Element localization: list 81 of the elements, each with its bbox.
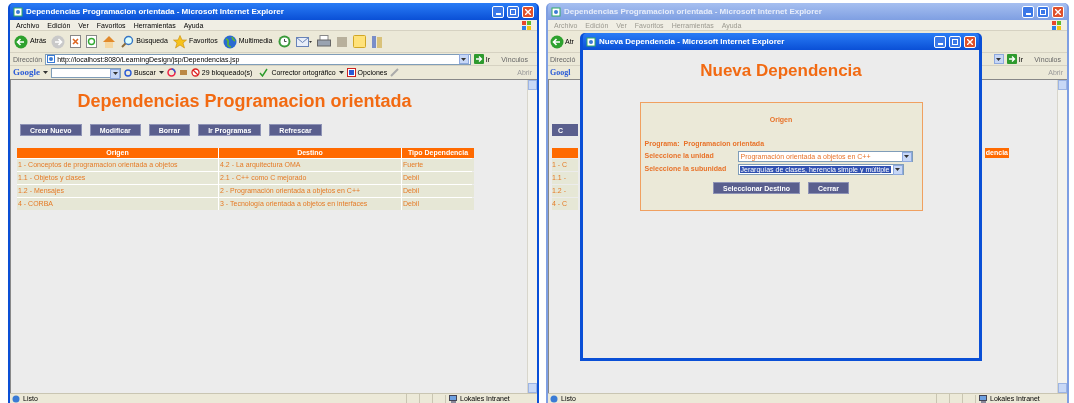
close-icon (967, 38, 973, 45)
column-header (552, 148, 578, 158)
computer-icon (449, 394, 458, 403)
close-button[interactable] (522, 5, 534, 18)
swirl-icon (166, 68, 176, 77)
clock-icon (277, 35, 291, 48)
minimize-button[interactable] (934, 35, 946, 48)
dropdown-button[interactable] (458, 54, 469, 64)
minimize-button[interactable] (1022, 5, 1034, 18)
minimize-button[interactable] (492, 5, 504, 18)
caret-icon (43, 71, 48, 74)
toolbar-button[interactable] (316, 35, 331, 48)
page-icon (12, 394, 20, 403)
page-icon (47, 55, 56, 63)
page-icon (13, 6, 23, 17)
caret-icon (338, 71, 344, 74)
google-logo: Google (13, 65, 40, 79)
window-title: Nueva Dependencia - Microsoft Internet Explorer (599, 35, 786, 48)
arrow-icon (473, 54, 484, 64)
caret-icon (904, 155, 909, 158)
computer-icon (979, 394, 988, 403)
caret-icon (461, 57, 467, 61)
toolbar-button[interactable] (370, 34, 384, 49)
windows-flag-icon (522, 20, 531, 30)
star-icon (172, 34, 187, 49)
close-button[interactable] (1052, 5, 1064, 18)
dialog-heading: Nueva Dependencia (700, 62, 862, 79)
scrollbar[interactable] (527, 80, 537, 393)
stop-icon (70, 35, 82, 48)
blocked-icon (190, 68, 200, 77)
page-icon (550, 394, 558, 403)
toolbar-button[interactable] (70, 35, 82, 48)
options-icon (346, 68, 356, 77)
maximize-icon (952, 38, 958, 45)
minimize-icon (495, 12, 501, 15)
back-arrow-icon (14, 34, 28, 49)
page-icon (586, 36, 596, 47)
maximize-button[interactable] (507, 5, 519, 18)
toolbar-button[interactable] (86, 35, 98, 48)
minimize-icon (1025, 12, 1031, 15)
caret-icon (895, 168, 900, 171)
caret-icon (996, 57, 1002, 61)
dropdown-button[interactable] (901, 151, 912, 162)
google-logo: Googl (550, 66, 571, 79)
maximize-icon (1040, 8, 1046, 15)
square-icon (335, 35, 348, 48)
refresh-icon (86, 35, 98, 48)
page-heading: Dependencias Programacion orientada (77, 92, 412, 110)
toolbar-button[interactable] (277, 35, 291, 48)
arrow-icon (1006, 54, 1017, 64)
dropdown-button[interactable] (892, 164, 903, 175)
back-arrow-icon (550, 34, 564, 49)
forward-arrow-icon (51, 34, 66, 49)
windows-flag-icon (1052, 20, 1061, 30)
window-title: Dependencias Programacion orientada - Microsoft Internet Explorer (26, 5, 285, 18)
tool-icon (178, 68, 188, 77)
google-search-field[interactable] (51, 67, 121, 78)
caret-icon (158, 71, 164, 74)
check-icon (259, 68, 269, 77)
dropdown-button[interactable] (993, 54, 1004, 64)
dropdown-button[interactable] (110, 68, 120, 79)
window-title: Dependencias Programacion orientada - Microsoft Internet Explorer (564, 5, 823, 18)
note-icon (352, 35, 366, 48)
globe-icon (222, 34, 237, 49)
page-icon (551, 6, 561, 17)
printer-icon (316, 35, 331, 48)
maximize-icon (510, 8, 516, 15)
caret-icon (112, 72, 118, 75)
house-icon (102, 35, 117, 48)
scrollbar[interactable] (1057, 80, 1067, 393)
search-icon (121, 35, 135, 48)
envelope-icon (295, 35, 312, 48)
close-icon (525, 8, 531, 15)
books-icon (370, 34, 384, 49)
close-button[interactable] (964, 35, 976, 48)
minimize-icon (937, 42, 943, 45)
maximize-button[interactable] (1037, 5, 1049, 18)
close-icon (1055, 8, 1061, 15)
maximize-button[interactable] (949, 35, 961, 48)
toolbar-button[interactable] (295, 35, 312, 48)
pencil-icon (390, 68, 400, 77)
